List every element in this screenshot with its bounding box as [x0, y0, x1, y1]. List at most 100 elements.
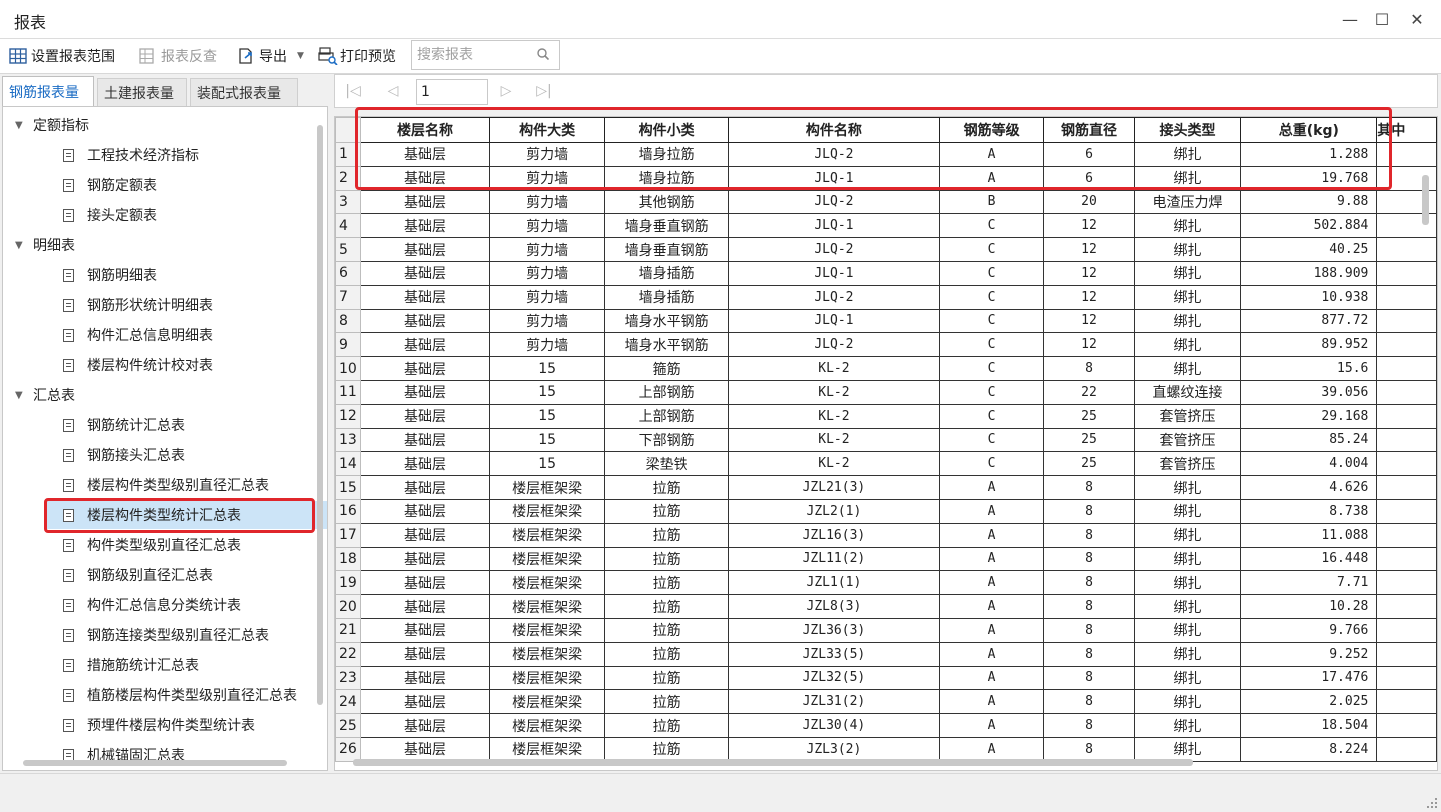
next-page-icon[interactable]: ▷ [496, 81, 516, 101]
row-number: 15 [335, 475, 361, 500]
row-number: 2 [335, 165, 361, 191]
reverse-check-button[interactable]: 报表反查 [139, 45, 217, 67]
report-doc-icon [63, 148, 74, 162]
expand-arrow-icon[interactable]: ▼ [15, 120, 27, 131]
table-row[interactable]: 4 基础层 剪力墙 墙身垂直钢筋 JLQ-1 C 12 绑扎 502.884 [335, 213, 1437, 239]
tree-horizontal-scrollbar[interactable] [23, 760, 287, 766]
table-row[interactable]: 25 基础层 楼层框架梁 拉筋 JZL30(4) A 8 绑扎 18.504 [335, 713, 1437, 738]
table-row[interactable]: 17 基础层 楼层框架梁 拉筋 JZL16(3) A 8 绑扎 11.088 [335, 522, 1437, 548]
table-row[interactable]: 14 基础层 15 梁垫铁 KL-2 C 25 套管挤压 4.004 [335, 451, 1437, 477]
tree-item[interactable]: 钢筋明细表 [45, 261, 327, 289]
table-row[interactable]: 23 基础层 楼层框架梁 拉筋 JZL32(5) A 8 绑扎 17.476 [335, 665, 1437, 691]
table-cell: JZL30(4) [727, 713, 940, 738]
first-page-icon[interactable]: |◁ [343, 81, 363, 101]
tree-group[interactable]: ▼ 汇总表 [15, 381, 75, 409]
table-row[interactable]: 16 基础层 楼层框架梁 拉筋 JZL2(1) A 8 绑扎 8.738 [335, 498, 1437, 524]
column-header[interactable]: 构件大类 [488, 117, 606, 143]
table-row[interactable]: 9 基础层 剪力墙 墙身水平钢筋 JLQ-2 C 12 绑扎 89.952 [335, 332, 1437, 358]
tree-item[interactable]: 钢筋接头汇总表 [45, 441, 327, 469]
tree-item[interactable]: 钢筋级别直径汇总表 [45, 561, 327, 589]
table-cell-weight: 877.72 [1240, 308, 1378, 334]
column-header[interactable]: 接头类型 [1133, 117, 1242, 143]
set-range-button[interactable]: 设置报表范围 [9, 45, 115, 67]
tree-group[interactable]: ▼ 定额指标 [15, 111, 89, 139]
tab-civil-report[interactable]: 土建报表量 [97, 78, 187, 106]
expand-arrow-icon[interactable]: ▼ [15, 240, 27, 251]
expand-arrow-icon[interactable]: ▼ [15, 390, 27, 401]
table-row[interactable]: 3 基础层 剪力墙 其他钢筋 JLQ-2 B 20 电渣压力焊 9.88 [335, 189, 1437, 215]
tree-group[interactable]: ▼ 明细表 [15, 231, 75, 259]
table-cell: 基础层 [359, 451, 490, 477]
tree-item[interactable]: 钢筋形状统计明细表 [45, 291, 327, 319]
table-cell: JZL1(1) [727, 570, 940, 596]
close-button[interactable]: ✕ [1400, 4, 1434, 34]
resize-grip-icon[interactable] [1427, 798, 1437, 808]
table-row[interactable]: 7 基础层 剪力墙 墙身插筋 JLQ-2 C 12 绑扎 10.938 [335, 284, 1437, 310]
table-cell: 剪力墙 [488, 189, 606, 215]
search-icon[interactable] [537, 48, 550, 61]
tab-rebar-report[interactable]: 钢筋报表量 [2, 76, 94, 106]
print-preview-button[interactable]: 打印预览 [318, 45, 396, 67]
tree-vertical-scrollbar[interactable] [317, 125, 323, 705]
table-row[interactable]: 11 基础层 15 上部钢筋 KL-2 C 22 直螺纹连接 39.056 [335, 379, 1437, 405]
tab-prefab-report[interactable]: 装配式报表量 [190, 78, 298, 106]
table-row[interactable]: 20 基础层 楼层框架梁 拉筋 JZL8(3) A 8 绑扎 10.28 [335, 594, 1437, 619]
table-cell [1376, 332, 1437, 358]
table-row[interactable]: 5 基础层 剪力墙 墙身垂直钢筋 JLQ-2 C 12 绑扎 40.25 [335, 237, 1437, 262]
chevron-down-icon[interactable]: ▼ [297, 51, 304, 61]
report-doc-icon [63, 268, 74, 282]
tree-item[interactable]: 构件汇总信息明细表 [45, 321, 327, 349]
tree-label: 钢筋接头汇总表 [87, 448, 185, 464]
column-header[interactable]: 钢筋等级 [938, 117, 1045, 143]
table-row[interactable]: 6 基础层 剪力墙 墙身插筋 JLQ-1 C 12 绑扎 188.909 [335, 260, 1437, 286]
table-row[interactable]: 22 基础层 楼层框架梁 拉筋 JZL33(5) A 8 绑扎 9.252 [335, 641, 1437, 667]
column-header[interactable]: 构件名称 [727, 117, 940, 143]
column-header[interactable]: 楼层名称 [359, 117, 490, 143]
table-cell [1376, 522, 1437, 548]
search-input[interactable] [415, 41, 537, 69]
table-row[interactable]: 2 基础层 剪力墙 墙身拉筋 JLQ-1 A 6 绑扎 19.768 [335, 165, 1437, 191]
column-header[interactable]: 构件小类 [604, 117, 729, 143]
column-header[interactable]: 总重(kg) [1240, 117, 1378, 143]
column-header[interactable]: 其中 [1376, 117, 1437, 143]
page-number-input[interactable]: 1 [416, 79, 488, 105]
table-row[interactable]: 1 基础层 剪力墙 墙身拉筋 JLQ-2 A 6 绑扎 1.288 [335, 142, 1437, 167]
tree-item[interactable]: 楼层构件类型级别直径汇总表 [45, 471, 327, 499]
tree-item[interactable]: 接头定额表 [45, 201, 327, 229]
tree-item[interactable]: 钢筋统计汇总表 [45, 411, 327, 439]
table-row[interactable]: 13 基础层 15 下部钢筋 KL-2 C 25 套管挤压 85.24 [335, 427, 1437, 453]
table-row[interactable]: 12 基础层 15 上部钢筋 KL-2 C 25 套管挤压 29.168 [335, 403, 1437, 429]
tree-item[interactable]: 工程技术经济指标 [45, 141, 327, 169]
export-button[interactable]: 导出 ▼ [237, 45, 304, 67]
tree-item[interactable]: 措施筋统计汇总表 [45, 651, 327, 679]
table-cell: 12 [1043, 332, 1135, 358]
table-row[interactable]: 18 基础层 楼层框架梁 拉筋 JZL11(2) A 8 绑扎 16.448 [335, 546, 1437, 572]
maximize-button[interactable]: ☐ [1365, 4, 1399, 34]
table-cell: 绑扎 [1133, 284, 1242, 310]
table-row[interactable]: 24 基础层 楼层框架梁 拉筋 JZL31(2) A 8 绑扎 2.025 [335, 689, 1437, 715]
tree-item[interactable]: 构件类型级别直径汇总表 [45, 531, 327, 559]
table-row[interactable]: 19 基础层 楼层框架梁 拉筋 JZL1(1) A 8 绑扎 7.71 [335, 570, 1437, 596]
column-header[interactable]: 钢筋直径 [1043, 117, 1135, 143]
tree-item[interactable]: 钢筋连接类型级别直径汇总表 [45, 621, 327, 649]
table-cell: 楼层框架梁 [488, 594, 606, 619]
tree-item[interactable]: 钢筋定额表 [45, 171, 327, 199]
table-row[interactable]: 15 基础层 楼层框架梁 拉筋 JZL21(3) A 8 绑扎 4.626 [335, 475, 1437, 500]
table-cell: JLQ-1 [727, 308, 940, 334]
table-row[interactable]: 8 基础层 剪力墙 墙身水平钢筋 JLQ-1 C 12 绑扎 877.72 [335, 308, 1437, 334]
table-cell [1376, 142, 1437, 167]
tree-item[interactable]: 楼层构件统计校对表 [45, 351, 327, 379]
table-row[interactable]: 10 基础层 15 箍筋 KL-2 C 8 绑扎 15.6 [335, 356, 1437, 381]
tree-item-selected[interactable]: 楼层构件类型统计汇总表 [45, 501, 327, 529]
row-number: 13 [335, 427, 361, 453]
grid-horizontal-scrollbar[interactable] [353, 759, 1193, 766]
table-row[interactable]: 21 基础层 楼层框架梁 拉筋 JZL36(3) A 8 绑扎 9.766 [335, 617, 1437, 643]
tree-item[interactable]: 预埋件楼层构件类型统计表 [45, 711, 327, 739]
prev-page-icon[interactable]: ◁ [383, 81, 403, 101]
table-row[interactable]: 26 基础层 楼层框架梁 拉筋 JZL3(2) A 8 绑扎 8.224 [335, 736, 1437, 762]
tree-item[interactable]: 植筋楼层构件类型级别直径汇总表 [45, 681, 327, 709]
grid-vertical-scrollbar[interactable] [1422, 175, 1429, 225]
minimize-button[interactable]: — [1333, 4, 1367, 34]
tree-item[interactable]: 构件汇总信息分类统计表 [45, 591, 327, 619]
last-page-icon[interactable]: ▷| [534, 81, 554, 101]
